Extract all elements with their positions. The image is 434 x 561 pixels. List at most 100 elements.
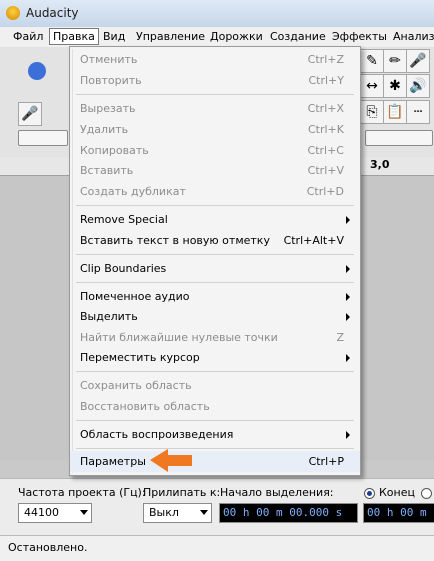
menu-item-shortcut: Z (336, 331, 344, 344)
menu-separator (76, 448, 354, 449)
menu-file[interactable]: Файл (13, 30, 43, 43)
menu-item-label: Область воспроизведения (80, 428, 234, 441)
menu-item-label: Переместить курсор (80, 351, 200, 364)
menu-item-move-cursor[interactable]: Переместить курсор (70, 347, 360, 368)
edit-menu: Отменить Ctrl+Z Повторить Ctrl+Y Вырезат… (69, 46, 361, 476)
chevron-down-icon (80, 510, 88, 515)
menu-item-shortcut: Ctrl+D (306, 185, 344, 198)
menu-item-label: Найти ближайшие нулевые точки (80, 331, 278, 344)
menu-item-paste-text-label[interactable]: Вставить текст в новую отметку Ctrl+Alt+… (70, 230, 360, 251)
menu-effects[interactable]: Эффекты (332, 30, 387, 43)
menu-item-shortcut: Ctrl+P (308, 455, 344, 468)
menu-item-save-region[interactable]: Сохранить область (70, 375, 360, 396)
timeshift-tool-icon[interactable]: ↔ (360, 74, 384, 98)
status-bar: Остановлено. (0, 535, 434, 561)
menu-item-shortcut: Ctrl+Z (307, 53, 344, 66)
menu-item-label: Выделить (80, 310, 138, 323)
menu-item-label: Восстановить область (80, 400, 210, 413)
menu-item-label: Помеченное аудио (80, 290, 190, 303)
menu-separator (76, 205, 354, 206)
menu-item-label: Повторить (80, 74, 142, 87)
snap-value: Выкл (149, 506, 179, 519)
submenu-arrow-icon (346, 293, 350, 301)
draw-tool-icon[interactable]: ✎ (360, 49, 384, 73)
menu-item-label: Параметры (80, 455, 146, 468)
playback-mic-icon[interactable]: 🎤 (406, 49, 430, 73)
record-meter-mic-icon[interactable]: 🎤 (18, 102, 42, 126)
menu-item-shortcut: Ctrl+V (307, 164, 344, 177)
menu-item-label: Удалить (80, 123, 129, 136)
submenu-arrow-icon (346, 265, 350, 273)
menu-view[interactable]: Вид (103, 30, 125, 43)
menu-item-paste[interactable]: Вставить Ctrl+V (70, 160, 360, 181)
menu-separator (76, 282, 354, 283)
menu-item-copy[interactable]: Копировать Ctrl+C (70, 140, 360, 161)
menu-bar: Файл Правка Вид Управление Дорожки Созда… (0, 27, 434, 48)
menu-item-shortcut: Ctrl+X (307, 102, 344, 115)
menu-generate[interactable]: Создание (270, 30, 326, 43)
pencil-icon[interactable]: ✏ (383, 49, 407, 73)
volume-slider-left[interactable] (18, 130, 68, 146)
volume-slider-right[interactable] (365, 130, 433, 146)
menu-item-restore-region[interactable]: Восстановить область (70, 396, 360, 417)
end-radio[interactable] (364, 488, 375, 499)
menu-item-find-zero-crossings[interactable]: Найти ближайшие нулевые точки Z (70, 327, 360, 348)
menu-item-duplicate[interactable]: Создать дубликат Ctrl+D (70, 181, 360, 202)
submenu-arrow-icon (346, 216, 350, 224)
selection-start-time[interactable]: 00 h 00 m 00.000 s (219, 503, 358, 523)
title-bar: Audacity (0, 0, 434, 28)
menu-item-undo[interactable]: Отменить Ctrl+Z (70, 49, 360, 70)
selection-toolbar: Частота проекта (Гц): 44100 Прилипать к:… (0, 478, 434, 536)
menu-item-label: Сохранить область (80, 379, 192, 392)
menu-item-shortcut: Ctrl+Y (308, 74, 344, 87)
play-button-edge[interactable] (28, 62, 46, 80)
menu-item-label: Вставить текст в новую отметку (80, 234, 270, 247)
menu-tracks[interactable]: Дорожки (210, 30, 263, 43)
menu-item-label: Remove Special (80, 213, 168, 226)
multi-tool-icon[interactable]: ✱ (383, 74, 407, 98)
snap-combo[interactable]: Выкл (143, 503, 212, 523)
length-radio[interactable] (421, 488, 432, 499)
menu-item-shortcut: Ctrl+C (307, 144, 344, 157)
end-label: Конец (379, 486, 415, 499)
submenu-arrow-icon (346, 313, 350, 321)
menu-item-label: Отменить (80, 53, 138, 66)
chevron-down-icon (200, 510, 208, 515)
menu-control[interactable]: Управление (136, 30, 205, 43)
menu-item-cut[interactable]: Вырезать Ctrl+X (70, 98, 360, 119)
audacity-logo-icon (6, 6, 20, 20)
ruler-tick-label: 3,0 (370, 158, 390, 171)
menu-item-label: Clip Boundaries (80, 262, 167, 275)
menu-item-labeled-audio[interactable]: Помеченное аудио (70, 286, 360, 307)
menu-item-preferences[interactable]: Параметры Ctrl+P (70, 451, 360, 472)
window-title: Audacity (26, 6, 79, 20)
menu-separator (76, 420, 354, 421)
snap-label: Прилипать к: (143, 486, 221, 499)
submenu-arrow-icon (346, 354, 350, 362)
submenu-arrow-icon (346, 431, 350, 439)
silence-icon[interactable]: ┄ (406, 100, 430, 124)
copy-icon[interactable]: ⎘ (360, 100, 384, 124)
menu-separator (76, 94, 354, 95)
status-text: Остановлено. (8, 541, 88, 554)
menu-item-select[interactable]: Выделить (70, 306, 360, 327)
selection-end-time[interactable]: 00 h 00 m (363, 503, 434, 523)
orange-arrow-icon (150, 449, 192, 472)
menu-item-label: Копировать (80, 144, 149, 157)
menu-item-shortcut: Ctrl+K (307, 123, 344, 136)
menu-item-redo[interactable]: Повторить Ctrl+Y (70, 70, 360, 91)
project-rate-value: 44100 (24, 506, 59, 519)
menu-item-delete[interactable]: Удалить Ctrl+K (70, 119, 360, 140)
menu-separator (76, 371, 354, 372)
menu-item-play-region[interactable]: Область воспроизведения (70, 424, 360, 445)
selection-start-label: Начало выделения: (220, 486, 334, 499)
menu-item-clip-boundaries[interactable]: Clip Boundaries (70, 258, 360, 279)
menu-item-label: Создать дубликат (80, 185, 186, 198)
menu-item-remove-special[interactable]: Remove Special (70, 209, 360, 230)
paste-icon[interactable]: 📋 (383, 100, 407, 124)
project-rate-combo[interactable]: 44100 (18, 503, 92, 523)
menu-edit[interactable]: Правка (49, 28, 99, 45)
speaker-icon[interactable]: 🔊 (406, 74, 430, 98)
menu-item-label: Вырезать (80, 102, 136, 115)
menu-analyze[interactable]: Анализ (393, 30, 434, 43)
